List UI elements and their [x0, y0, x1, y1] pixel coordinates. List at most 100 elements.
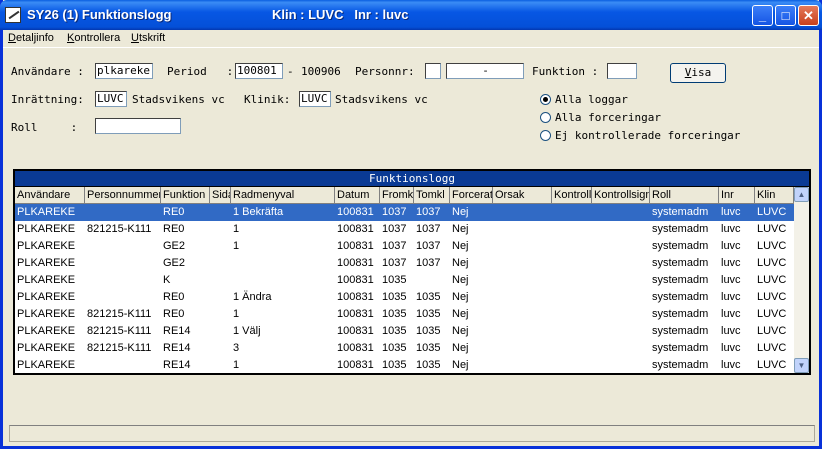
table-cell: PLKAREKE: [17, 359, 76, 371]
vertical-scrollbar[interactable]: ▲ ▼: [794, 187, 809, 373]
period-to-input[interactable]: 100906: [301, 65, 341, 78]
table-row[interactable]: PLKAREKE GE2 1 100831 1037 1037 Nej systemadm lu…: [15, 238, 794, 255]
table-cell: [210, 357, 231, 374]
table-cell: [552, 323, 592, 340]
personnr-input[interactable]: -: [446, 63, 524, 79]
table-cell: [210, 238, 231, 255]
table-cell: 100831: [337, 342, 374, 354]
visa-button[interactable]: Visa: [670, 63, 726, 83]
table-cell: [210, 255, 231, 272]
scroll-down-icon[interactable]: ▼: [794, 358, 809, 373]
table-cell: [210, 272, 231, 289]
table-row[interactable]: PLKAREKE 821215-K111 RE14 1 Välj 100831 1035 1…: [15, 323, 794, 340]
window-title-info: Klin : LUVC Inr : luvc: [272, 7, 409, 22]
table-cell: 100831: [337, 308, 374, 320]
title-bar[interactable]: SY26 (1) Funktionslogg Klin : LUVC Inr :…: [0, 0, 822, 30]
table-cell: 1037: [416, 240, 441, 252]
close-button[interactable]: ✕: [798, 5, 819, 26]
table-cell: 1035: [416, 308, 441, 320]
table-cell: [231, 272, 335, 289]
table-cell: 1037: [382, 223, 407, 235]
personnr-prefix-input[interactable]: [425, 63, 441, 79]
table-cell: [85, 238, 161, 255]
table-cell: PLKAREKE: [17, 274, 76, 286]
table-cell: K: [163, 274, 171, 286]
table-row[interactable]: PLKAREKE RE14 1 100831 1035 1035 Nej systemadm l…: [15, 357, 794, 374]
table-cell: [85, 289, 161, 306]
scroll-up-icon[interactable]: ▲: [794, 187, 809, 202]
column-header[interactable]: Inr: [719, 187, 755, 204]
table-row[interactable]: PLKAREKE 821215-K111 RE0 1 100831 1035 1035 Nej…: [15, 306, 794, 323]
radio-alla-loggar[interactable]: [540, 94, 551, 105]
radio-alla-forceringar-label[interactable]: Alla forceringar: [555, 111, 661, 124]
funktion-input[interactable]: [607, 63, 637, 79]
roll-input[interactable]: [95, 118, 181, 134]
column-header[interactable]: Roll: [650, 187, 719, 204]
app-icon: [5, 7, 21, 23]
table-cell: 1035: [382, 291, 407, 303]
table-cell: [552, 221, 592, 238]
radio-ej-kontrollerade-label[interactable]: Ej kontrollerade forceringar: [555, 129, 740, 142]
table-cell: GE2: [163, 240, 186, 252]
table-row[interactable]: PLKAREKE 821215-K111 RE0 1 100831 1037 1037 Nej…: [15, 221, 794, 238]
menu-kontrollera[interactable]: Kontrollera: [67, 32, 120, 44]
table-cell: 100831: [337, 325, 374, 337]
column-header[interactable]: Forcerat: [450, 187, 493, 204]
column-header[interactable]: Kontroll: [552, 187, 592, 204]
radio-ej-kontrollerade[interactable]: [540, 130, 551, 141]
table-cell: [231, 255, 335, 272]
table-cell: 1 Ändra: [233, 291, 272, 303]
inrattning-input[interactable]: LUVC: [95, 91, 127, 107]
column-header[interactable]: Funktion: [161, 187, 210, 204]
table-cell: luvc: [721, 257, 741, 269]
table-cell: Nej: [452, 257, 469, 269]
column-header[interactable]: Radmenyval: [231, 187, 335, 204]
table-cell: 821215-K111: [87, 223, 152, 235]
table-cell: 1037: [382, 240, 407, 252]
table-cell: GE2: [163, 257, 186, 269]
table-cell: systemadm: [652, 240, 709, 252]
menu-detaljinfo[interactable]: Detaljinfo: [8, 32, 54, 44]
table-cell: [592, 357, 650, 374]
table-cell: [493, 357, 552, 374]
column-header[interactable]: Datum: [335, 187, 380, 204]
table-row[interactable]: PLKAREKE K 100831 1035 Nej systemadm luvc LUVC: [15, 272, 794, 289]
table-cell: [210, 221, 231, 238]
column-header[interactable]: Personnummer: [85, 187, 161, 204]
period-from-input[interactable]: 100801: [235, 63, 283, 79]
table-cell: 1037: [416, 223, 441, 235]
table-cell: PLKAREKE: [17, 240, 76, 252]
table-row[interactable]: PLKAREKE 821215-K111 RE14 3 100831 1035 1035 Ne…: [15, 340, 794, 357]
table-row[interactable]: PLKAREKE RE0 1 Ändra 100831 1035 1035 Nej syste…: [15, 289, 794, 306]
table-cell: LUVC: [757, 291, 787, 303]
menu-utskrift[interactable]: Utskrift: [131, 32, 165, 44]
column-header[interactable]: Användare: [15, 187, 85, 204]
table-cell: 100831: [337, 291, 374, 303]
table-cell: systemadm: [652, 325, 709, 337]
klinik-input[interactable]: LUVC: [299, 91, 331, 107]
column-header[interactable]: Fromkl: [380, 187, 414, 204]
radio-alla-forceringar[interactable]: [540, 112, 551, 123]
maximize-button[interactable]: □: [775, 5, 796, 26]
column-header[interactable]: Orsak: [493, 187, 552, 204]
column-header[interactable]: Kontrollsign: [592, 187, 650, 204]
table-cell: 1035: [382, 325, 407, 337]
radio-alla-loggar-label[interactable]: Alla loggar: [555, 93, 628, 106]
table-row[interactable]: PLKAREKE RE0 1 Bekräfta 100831 1037 1037 Nej sy…: [15, 204, 794, 221]
column-header[interactable]: Klin: [755, 187, 794, 204]
user-input[interactable]: plkareke: [95, 63, 153, 79]
column-header[interactable]: Tomkl: [414, 187, 450, 204]
minimize-button[interactable]: _: [752, 5, 773, 26]
table-cell: [493, 204, 552, 221]
table-cell: [210, 204, 231, 221]
table-cell: [493, 340, 552, 357]
table-row[interactable]: PLKAREKE GE2 100831 1037 1037 Nej systemadm luv…: [15, 255, 794, 272]
table-cell: systemadm: [652, 291, 709, 303]
table-cell: [210, 289, 231, 306]
user-label: Användare :: [11, 65, 84, 78]
table-cell: [493, 255, 552, 272]
table-cell: PLKAREKE: [17, 325, 76, 337]
main-window: SY26 (1) Funktionslogg Klin : LUVC Inr :…: [0, 0, 822, 449]
column-header[interactable]: Sida: [210, 187, 231, 204]
table-cell: LUVC: [757, 359, 787, 371]
